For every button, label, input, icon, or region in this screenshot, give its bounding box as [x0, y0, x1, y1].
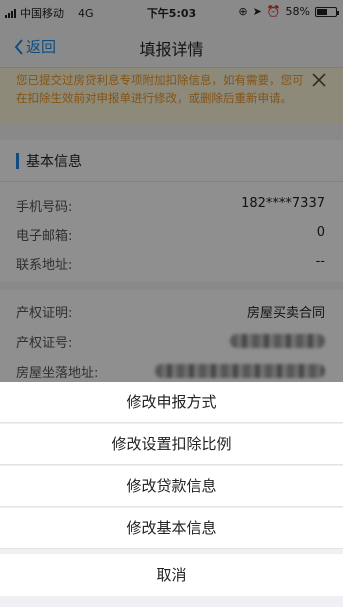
modify-deduction-ratio-button[interactable]: 修改设置扣除比例	[0, 424, 343, 465]
modify-declaration-method-button[interactable]: 修改申报方式	[0, 382, 343, 423]
modify-basic-info-button[interactable]: 修改基本信息	[0, 508, 343, 549]
cancel-button[interactable]: 取消	[0, 554, 343, 596]
action-sheet: 修改申报方式 修改设置扣除比例 修改贷款信息 修改基本信息 取消	[0, 382, 343, 607]
modify-loan-info-button[interactable]: 修改贷款信息	[0, 466, 343, 507]
